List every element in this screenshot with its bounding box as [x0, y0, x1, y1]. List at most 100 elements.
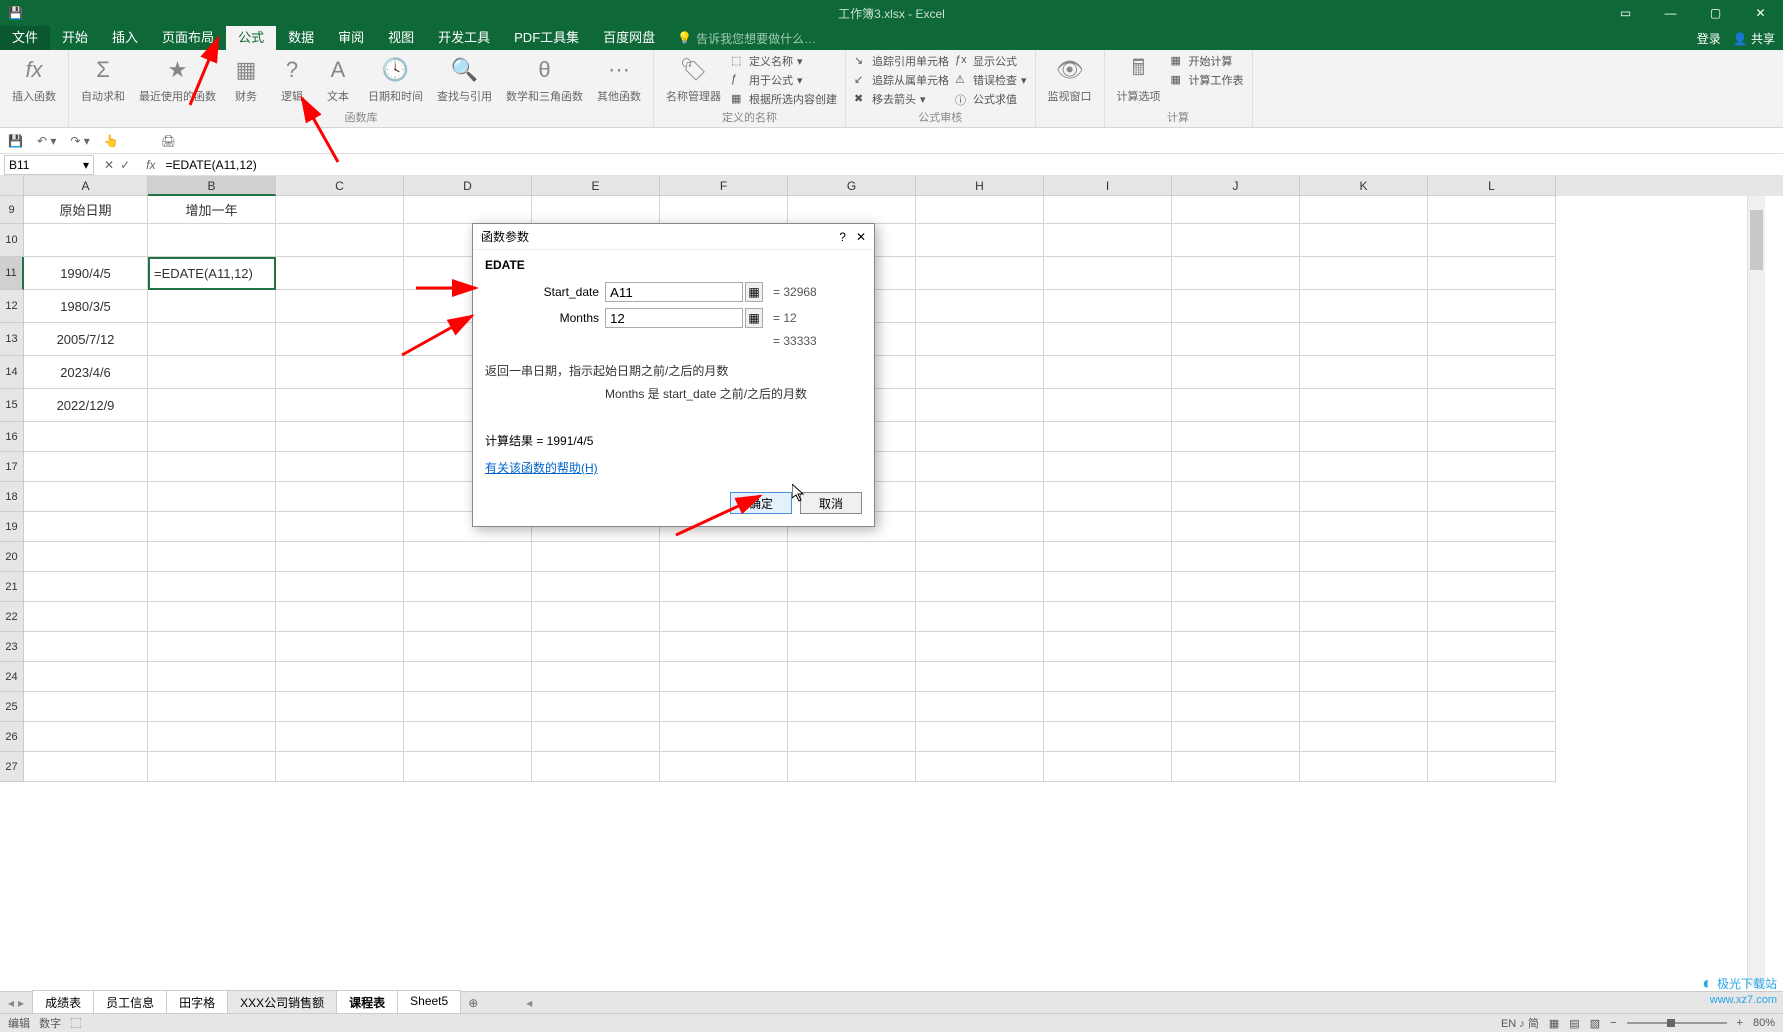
row-header-23[interactable]: 23 [0, 632, 24, 662]
autosum-button[interactable]: Σ自动求和 [75, 52, 131, 106]
sheet-tab-2[interactable]: 田字格 [166, 990, 228, 1016]
cell-J13[interactable] [1172, 323, 1300, 356]
evaluate-formula-button[interactable]: ⓘ公式求值 [953, 90, 1029, 108]
cell-C14[interactable] [276, 356, 404, 389]
cell-E25[interactable] [532, 692, 660, 722]
row-header-20[interactable]: 20 [0, 542, 24, 572]
cell-L20[interactable] [1428, 542, 1556, 572]
cell-B20[interactable] [148, 542, 276, 572]
tab-view[interactable]: 视图 [376, 26, 426, 50]
cell-A13[interactable]: 2005/7/12 [24, 323, 148, 356]
cell-E23[interactable] [532, 632, 660, 662]
scrollbar-thumb[interactable] [1750, 210, 1763, 270]
cell-J14[interactable] [1172, 356, 1300, 389]
sheet-tab-4[interactable]: 课程表 [336, 990, 398, 1016]
cell-A11[interactable]: 1990/4/5 [24, 257, 148, 290]
cell-L12[interactable] [1428, 290, 1556, 323]
cell-L17[interactable] [1428, 452, 1556, 482]
name-manager-button[interactable]: 🏷名称管理器 [660, 52, 727, 108]
cell-K27[interactable] [1300, 752, 1428, 782]
row-header-10[interactable]: 10 [0, 224, 24, 257]
help-icon[interactable]: ? [839, 230, 846, 244]
cell-K20[interactable] [1300, 542, 1428, 572]
row-header-14[interactable]: 14 [0, 356, 24, 389]
ribbon-display-icon[interactable]: ▭ [1603, 0, 1648, 26]
cell-B19[interactable] [148, 512, 276, 542]
cell-J19[interactable] [1172, 512, 1300, 542]
view-page-layout-icon[interactable]: ▤ [1569, 1017, 1579, 1030]
col-header-A[interactable]: A [24, 176, 148, 196]
sheet-tab-3[interactable]: XXX公司销售额 [227, 990, 337, 1016]
col-header-F[interactable]: F [660, 176, 788, 196]
cell-C11[interactable] [276, 257, 404, 290]
cell-K17[interactable] [1300, 452, 1428, 482]
cell-K18[interactable] [1300, 482, 1428, 512]
cell-H11[interactable] [916, 257, 1044, 290]
cell-E24[interactable] [532, 662, 660, 692]
cell-L14[interactable] [1428, 356, 1556, 389]
row-header-13[interactable]: 13 [0, 323, 24, 356]
cell-H12[interactable] [916, 290, 1044, 323]
cell-I10[interactable] [1044, 224, 1172, 257]
cell-C27[interactable] [276, 752, 404, 782]
cell-B10[interactable] [148, 224, 276, 257]
cell-C23[interactable] [276, 632, 404, 662]
cell-I12[interactable] [1044, 290, 1172, 323]
row-header-21[interactable]: 21 [0, 572, 24, 602]
calc-now-button[interactable]: ▦开始计算 [1169, 52, 1246, 70]
cell-C20[interactable] [276, 542, 404, 572]
cell-H13[interactable] [916, 323, 1044, 356]
row-header-16[interactable]: 16 [0, 422, 24, 452]
cell-F20[interactable] [660, 542, 788, 572]
cell-I22[interactable] [1044, 602, 1172, 632]
formula-input[interactable]: =EDATE(A11,12) [161, 158, 1783, 172]
cell-I13[interactable] [1044, 323, 1172, 356]
cell-H24[interactable] [916, 662, 1044, 692]
cell-K25[interactable] [1300, 692, 1428, 722]
cell-J26[interactable] [1172, 722, 1300, 752]
cell-C19[interactable] [276, 512, 404, 542]
cell-B14[interactable] [148, 356, 276, 389]
cell-H26[interactable] [916, 722, 1044, 752]
row-header-22[interactable]: 22 [0, 602, 24, 632]
cell-B15[interactable] [148, 389, 276, 422]
ok-button[interactable]: 确定 [730, 492, 792, 514]
cell-I11[interactable] [1044, 257, 1172, 290]
cell-L24[interactable] [1428, 662, 1556, 692]
calc-options-button[interactable]: 🖩计算选项 [1111, 52, 1167, 106]
cell-E9[interactable] [532, 196, 660, 224]
cell-H25[interactable] [916, 692, 1044, 722]
cell-C21[interactable] [276, 572, 404, 602]
cell-K13[interactable] [1300, 323, 1428, 356]
cell-I18[interactable] [1044, 482, 1172, 512]
cell-K16[interactable] [1300, 422, 1428, 452]
ime-indicator[interactable]: EN ♪ 简 [1501, 1015, 1539, 1031]
col-header-E[interactable]: E [532, 176, 660, 196]
cell-C17[interactable] [276, 452, 404, 482]
sheet-tab-0[interactable]: 成绩表 [32, 990, 94, 1016]
cell-D21[interactable] [404, 572, 532, 602]
financial-button[interactable]: ▦财务 [224, 52, 268, 106]
tab-dev[interactable]: 开发工具 [426, 26, 502, 50]
zoom-slider[interactable] [1627, 1022, 1727, 1024]
create-from-selection-button[interactable]: ▦根据所选内容创建 [729, 90, 839, 108]
cell-L16[interactable] [1428, 422, 1556, 452]
error-check-button[interactable]: ⚠错误检查 ▾ [953, 71, 1029, 89]
touch-mode-icon[interactable]: 👆 [104, 134, 119, 148]
cell-J10[interactable] [1172, 224, 1300, 257]
cell-C18[interactable] [276, 482, 404, 512]
chevron-down-icon[interactable]: ▾ [83, 158, 89, 172]
row-header-11[interactable]: 11 [0, 257, 24, 290]
cell-J16[interactable] [1172, 422, 1300, 452]
cell-H20[interactable] [916, 542, 1044, 572]
cell-L10[interactable] [1428, 224, 1556, 257]
cell-B17[interactable] [148, 452, 276, 482]
minimize-icon[interactable]: — [1648, 0, 1693, 26]
cell-C16[interactable] [276, 422, 404, 452]
cell-H14[interactable] [916, 356, 1044, 389]
months-input[interactable] [605, 308, 743, 328]
cell-A22[interactable] [24, 602, 148, 632]
cell-J27[interactable] [1172, 752, 1300, 782]
cell-C24[interactable] [276, 662, 404, 692]
cell-F23[interactable] [660, 632, 788, 662]
